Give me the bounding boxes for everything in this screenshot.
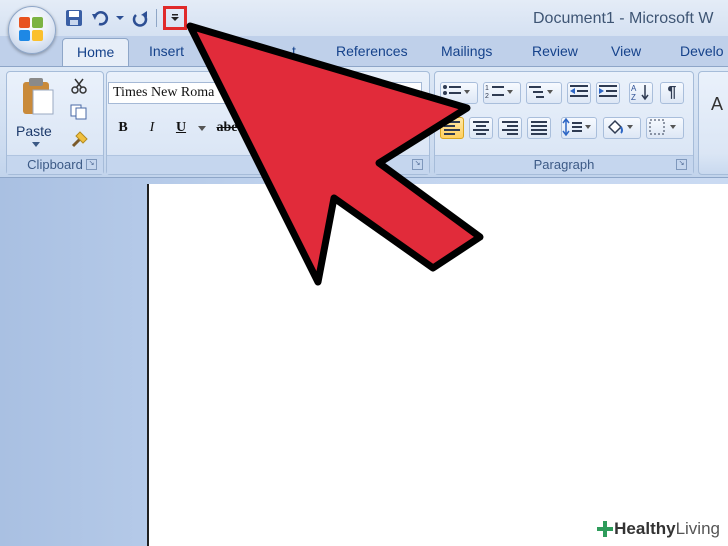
svg-text:Z: Z bbox=[631, 93, 636, 101]
align-right-icon bbox=[502, 121, 518, 135]
strikethrough-button[interactable]: abe bbox=[212, 117, 242, 139]
chevron-down-icon bbox=[116, 16, 124, 20]
undo-icon bbox=[92, 11, 109, 26]
tab-mailings[interactable]: Mailings bbox=[441, 43, 492, 59]
font-group-label: F bbox=[107, 155, 429, 174]
numbering-button[interactable]: 12 bbox=[483, 82, 521, 104]
bullets-icon bbox=[443, 85, 470, 95]
styles-group: A bbox=[698, 71, 728, 175]
toolbar-separator bbox=[156, 9, 157, 27]
shading-button[interactable] bbox=[603, 117, 641, 139]
save-icon bbox=[66, 10, 82, 26]
bullets-button[interactable] bbox=[440, 82, 478, 104]
clipboard-launcher[interactable]: ↘ bbox=[86, 159, 97, 170]
save-button[interactable] bbox=[64, 8, 84, 28]
clipboard-group: Paste Clipboard ↘ bbox=[6, 71, 104, 175]
tab-home[interactable]: Home bbox=[62, 38, 130, 67]
tab-insert[interactable]: Insert bbox=[149, 43, 184, 59]
customize-dropdown-icon bbox=[171, 14, 179, 21]
svg-text:2: 2 bbox=[485, 93, 489, 100]
borders-button[interactable] bbox=[646, 117, 684, 139]
increase-indent-button[interactable] bbox=[596, 82, 620, 104]
office-button[interactable] bbox=[8, 6, 56, 54]
tab-page-layout[interactable]: t bbox=[292, 43, 296, 59]
format-painter-icon[interactable] bbox=[71, 130, 89, 148]
quick-access-toolbar bbox=[64, 6, 187, 30]
pilcrow-icon: ¶ bbox=[667, 84, 677, 101]
tab-view[interactable]: View bbox=[611, 43, 641, 59]
paste-icon bbox=[23, 78, 54, 115]
office-logo-icon bbox=[19, 17, 45, 43]
paste-button[interactable]: Paste bbox=[13, 76, 59, 148]
decrease-indent-icon bbox=[570, 85, 588, 97]
line-spacing-icon bbox=[562, 117, 591, 137]
redo-icon bbox=[132, 11, 148, 27]
multilevel-list-icon bbox=[529, 86, 553, 98]
align-left-button[interactable] bbox=[440, 117, 464, 139]
tab-developer[interactable]: Develo bbox=[680, 43, 724, 59]
increase-indent-icon bbox=[599, 85, 617, 97]
numbering-icon: 12 bbox=[485, 85, 513, 100]
align-center-button[interactable] bbox=[469, 117, 493, 139]
underline-button[interactable]: U bbox=[170, 117, 192, 139]
line-spacing-button[interactable] bbox=[561, 117, 597, 139]
cross-logo-icon bbox=[597, 521, 614, 537]
shading-icon bbox=[607, 119, 633, 135]
sort-icon: AZ bbox=[631, 84, 649, 102]
paste-label: Paste bbox=[16, 123, 52, 139]
tab-references[interactable]: References bbox=[336, 43, 408, 59]
align-right-button[interactable] bbox=[498, 117, 522, 139]
chevron-down-icon bbox=[32, 142, 40, 147]
justify-icon bbox=[531, 121, 547, 135]
svg-text:1: 1 bbox=[485, 85, 489, 92]
healthy-living-watermark: Healthy Living bbox=[592, 516, 724, 542]
show-marks-button[interactable]: ¶ bbox=[660, 82, 684, 104]
sort-button[interactable]: AZ bbox=[629, 82, 653, 104]
svg-text:A: A bbox=[631, 84, 637, 93]
multilevel-list-button[interactable] bbox=[526, 82, 562, 104]
customize-quick-access-button[interactable] bbox=[163, 6, 187, 30]
decrease-indent-button[interactable] bbox=[567, 82, 591, 104]
font-name-field[interactable]: Times New Roma bbox=[108, 82, 422, 104]
bold-button[interactable]: B bbox=[112, 117, 134, 139]
redo-button[interactable] bbox=[130, 8, 150, 28]
italic-button[interactable]: I bbox=[141, 117, 163, 139]
undo-button[interactable] bbox=[90, 8, 110, 28]
paragraph-group-label: Paragraph bbox=[435, 155, 693, 174]
copy-icon[interactable] bbox=[70, 104, 88, 120]
justify-button[interactable] bbox=[527, 117, 551, 139]
ribbon-tabs: Home Insert t References Mailings Review… bbox=[0, 36, 728, 67]
document-page[interactable] bbox=[147, 184, 728, 546]
window-title: Document1 - Microsoft W bbox=[533, 10, 714, 27]
paragraph-launcher[interactable]: ↘ bbox=[676, 159, 687, 170]
align-center-icon bbox=[473, 121, 489, 135]
chevron-down-icon[interactable] bbox=[198, 126, 206, 132]
title-bar: Document1 - Microsoft W bbox=[0, 0, 728, 36]
style-preview[interactable]: A bbox=[711, 94, 723, 115]
tab-review[interactable]: Review bbox=[532, 43, 578, 59]
align-left-icon bbox=[444, 121, 460, 135]
borders-icon bbox=[649, 119, 676, 135]
cut-icon[interactable] bbox=[71, 78, 87, 94]
undo-dropdown[interactable] bbox=[116, 8, 124, 28]
font-launcher[interactable]: ↘ bbox=[412, 159, 423, 170]
